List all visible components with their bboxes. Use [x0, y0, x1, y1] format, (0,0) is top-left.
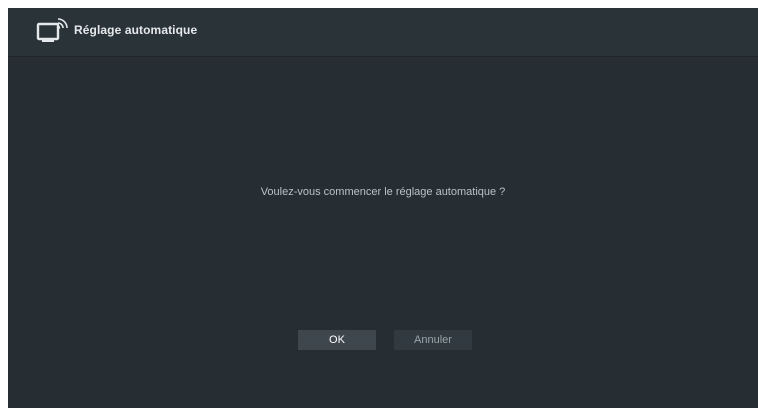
tv-screen: Réglage automatique Voulez-vous commence… — [8, 8, 758, 408]
ok-button[interactable]: OK — [298, 330, 376, 350]
dialog-message: Voulez-vous commencer le réglage automat… — [260, 186, 506, 198]
header-bar: Réglage automatique — [8, 8, 758, 57]
cancel-button[interactable]: Annuler — [394, 330, 472, 350]
page-title: Réglage automatique — [74, 23, 198, 37]
tv-antenna-icon — [36, 18, 68, 42]
